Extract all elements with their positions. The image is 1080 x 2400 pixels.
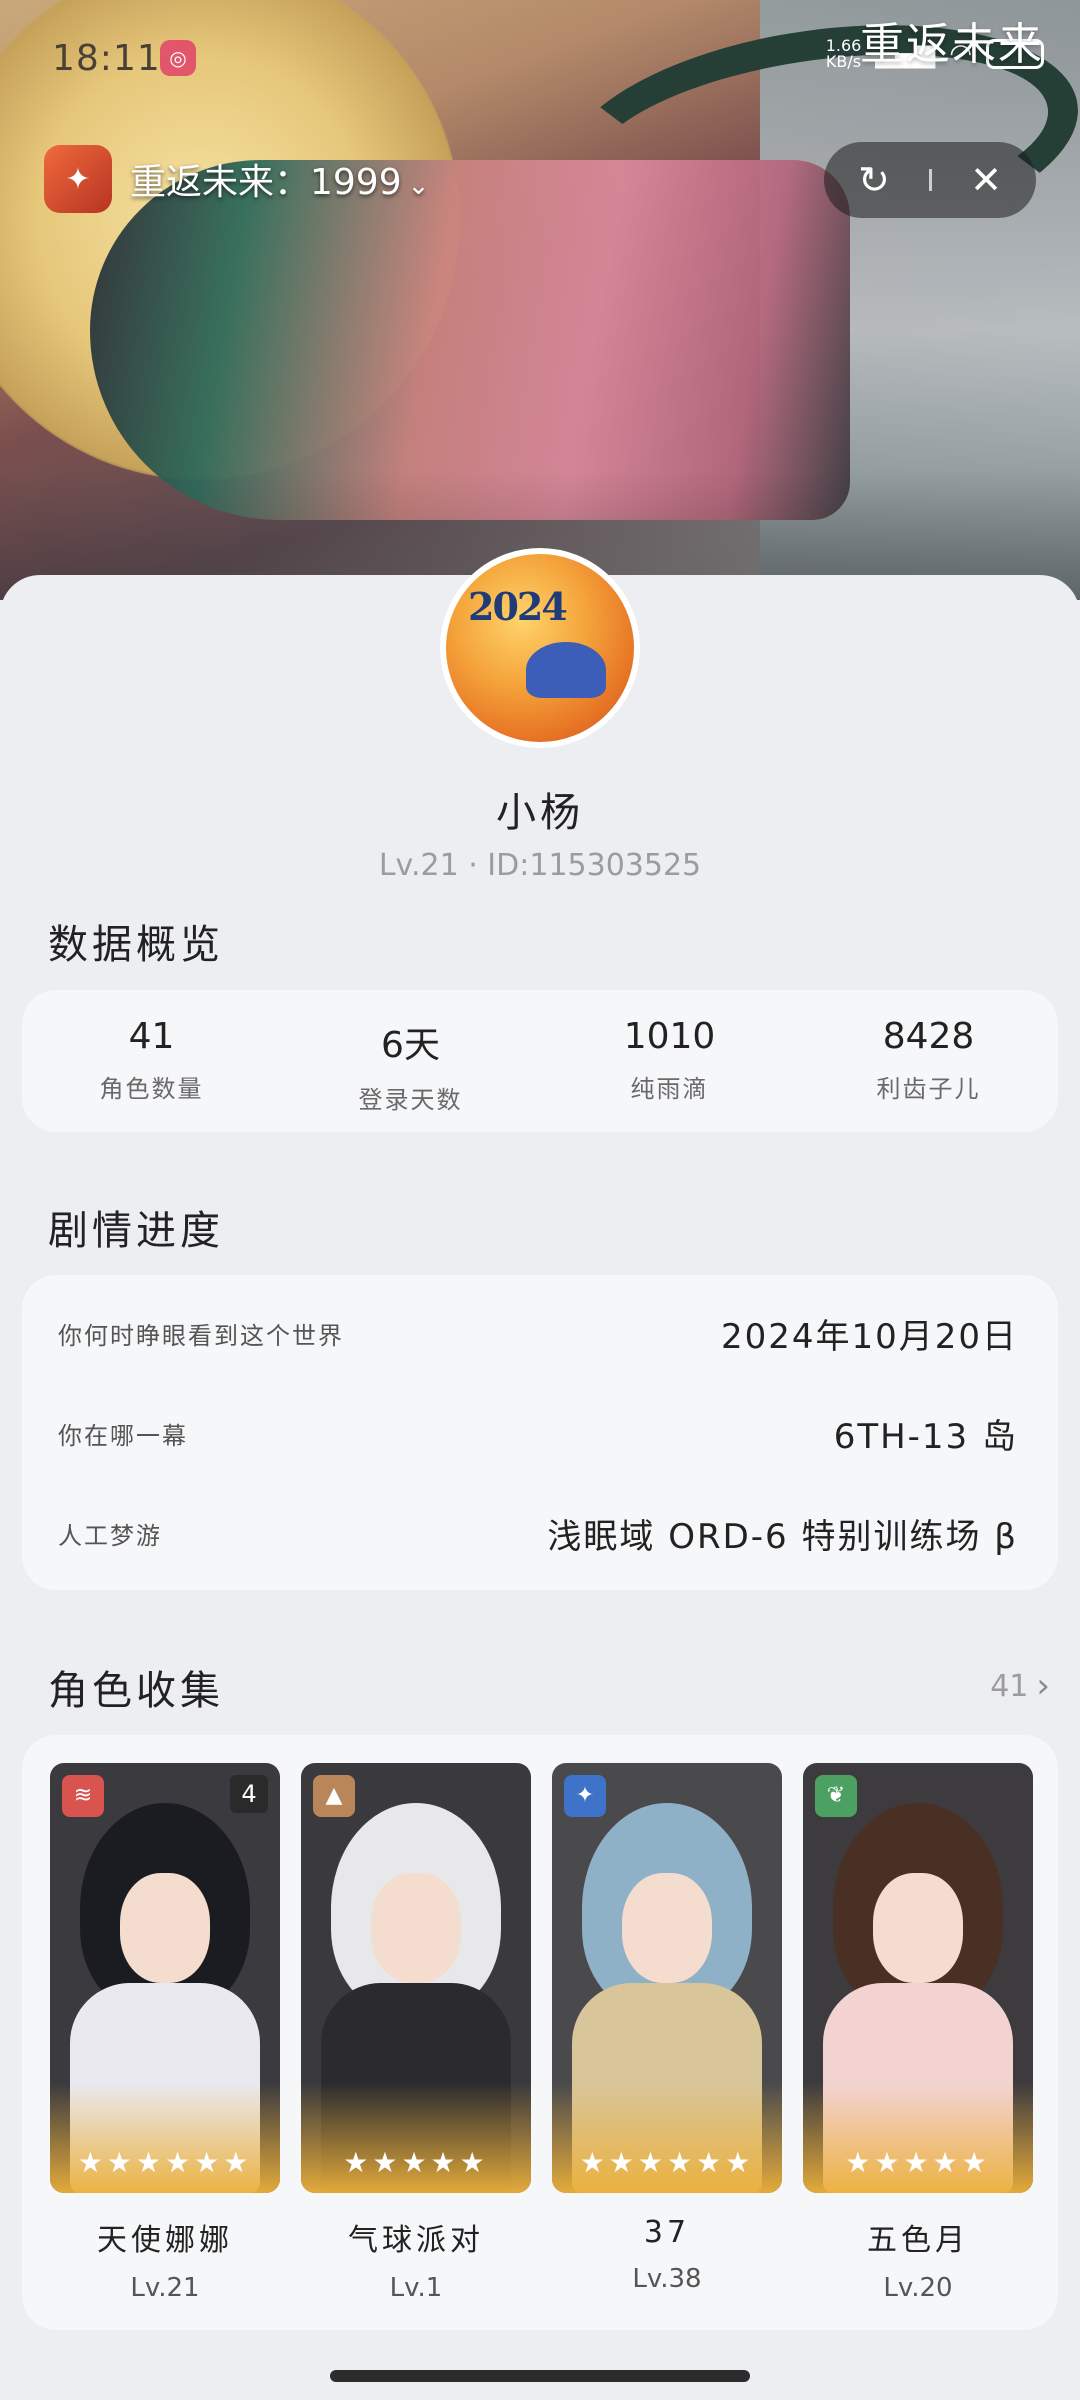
story-row: 你何时睁眼看到这个世界 2024年10月20日	[58, 1316, 1018, 1357]
story-title: 剧情进度	[48, 1208, 224, 1254]
chevron-down-icon: ⌄	[407, 171, 430, 201]
user-level-id: Lv.21 · ID:115303525	[378, 848, 702, 883]
role-level: Lv.21	[130, 2273, 200, 2303]
chevron-right-icon: ›	[1036, 1666, 1050, 1706]
afflatus-icon: ≋	[62, 1775, 104, 1817]
mini-program-capsule: ↻ ✕	[824, 142, 1036, 218]
rarity-stars: ★★★★★	[343, 2146, 489, 2179]
collection-title: 角色收集	[48, 1668, 224, 1714]
story-row: 人工梦游 浅眠域 ORD-6 特别训练场 β	[58, 1516, 1018, 1557]
app-name: 重返未来：1999	[130, 162, 402, 203]
share-icon[interactable]: ↻	[858, 161, 890, 199]
collection-count: 41	[990, 1668, 1029, 1704]
banner-illustration	[0, 0, 1080, 600]
stat-sharp-teeth: 8428 利齿子儿	[876, 1016, 981, 1103]
app-switcher[interactable]: 重返未来：1999 ⌄	[130, 153, 429, 205]
close-icon[interactable]: ✕	[970, 161, 1002, 199]
rarity-stars: ★★★★★★	[579, 2146, 755, 2179]
overview-title: 数据概览	[48, 922, 224, 968]
app-bar[interactable]: ✦ 重返未来：1999 ⌄	[44, 145, 429, 213]
story-card: 你何时睁眼看到这个世界 2024年10月20日 你在哪一幕 6TH-13 岛 人…	[22, 1275, 1058, 1590]
notification-icon: ◎	[160, 40, 196, 76]
role-level: Lv.1	[389, 2273, 443, 2303]
story-row: 你在哪一幕 6TH-13 岛	[58, 1416, 1018, 1457]
app-icon: ✦	[44, 145, 112, 213]
capsule-divider	[928, 169, 932, 191]
stat-rain-drops: 1010 纯雨滴	[623, 1016, 716, 1103]
avatar[interactable]: 2024	[440, 548, 640, 748]
home-indicator[interactable]	[330, 2370, 750, 2382]
role-level: Lv.20	[883, 2273, 953, 2303]
rarity-stars: ★★★★★★	[77, 2146, 253, 2179]
username: 小杨	[496, 790, 584, 836]
stat-login-days: 6天 登录天数	[358, 1025, 463, 1114]
avatar-hat	[526, 642, 606, 698]
role-portrait: ≋ 4 ★★★★★★	[50, 1763, 280, 2193]
role-portrait: ❦ ★★★★★	[803, 1763, 1033, 2193]
role-card[interactable]: ▲ ★★★★★ 气球派对 Lv.1	[301, 1763, 531, 2303]
role-card[interactable]: ❦ ★★★★★ 五色月 Lv.20	[803, 1763, 1033, 2303]
role-name: 气球派对	[348, 2223, 484, 2258]
avatar-text: 2024	[468, 584, 568, 629]
status-time: 18:11	[52, 38, 161, 79]
afflatus-icon: ✦	[564, 1775, 606, 1817]
collection-count-link[interactable]: 41 ›	[990, 1666, 1050, 1706]
insight-badge: 4	[230, 1775, 268, 1813]
role-name: 天使娜娜	[97, 2223, 233, 2258]
stat-roles: 41 角色数量	[99, 1016, 204, 1103]
rarity-stars: ★★★★★	[845, 2146, 991, 2179]
overview-card: 41 角色数量 6天 登录天数 1010 纯雨滴 8428 利齿子儿	[22, 990, 1058, 1132]
role-name: 37	[643, 2215, 691, 2250]
role-portrait: ▲ ★★★★★	[301, 1763, 531, 2193]
net-speed: 1.66 KB/s	[825, 36, 862, 71]
collection-card: ≋ 4 ★★★★★★ 天使娜娜 Lv.21 ▲ ★★★★★ 气球派对 Lv.1 …	[22, 1735, 1058, 2330]
afflatus-icon: ▲	[313, 1775, 355, 1817]
role-portrait: ✦ ★★★★★★	[552, 1763, 782, 2193]
role-name: 五色月	[867, 2223, 969, 2258]
corner-title: 重返未来	[860, 19, 1044, 70]
role-card[interactable]: ✦ ★★★★★★ 37 Lv.38	[552, 1763, 782, 2294]
role-card[interactable]: ≋ 4 ★★★★★★ 天使娜娜 Lv.21	[50, 1763, 280, 2303]
role-level: Lv.38	[632, 2264, 702, 2294]
afflatus-icon: ❦	[815, 1775, 857, 1817]
